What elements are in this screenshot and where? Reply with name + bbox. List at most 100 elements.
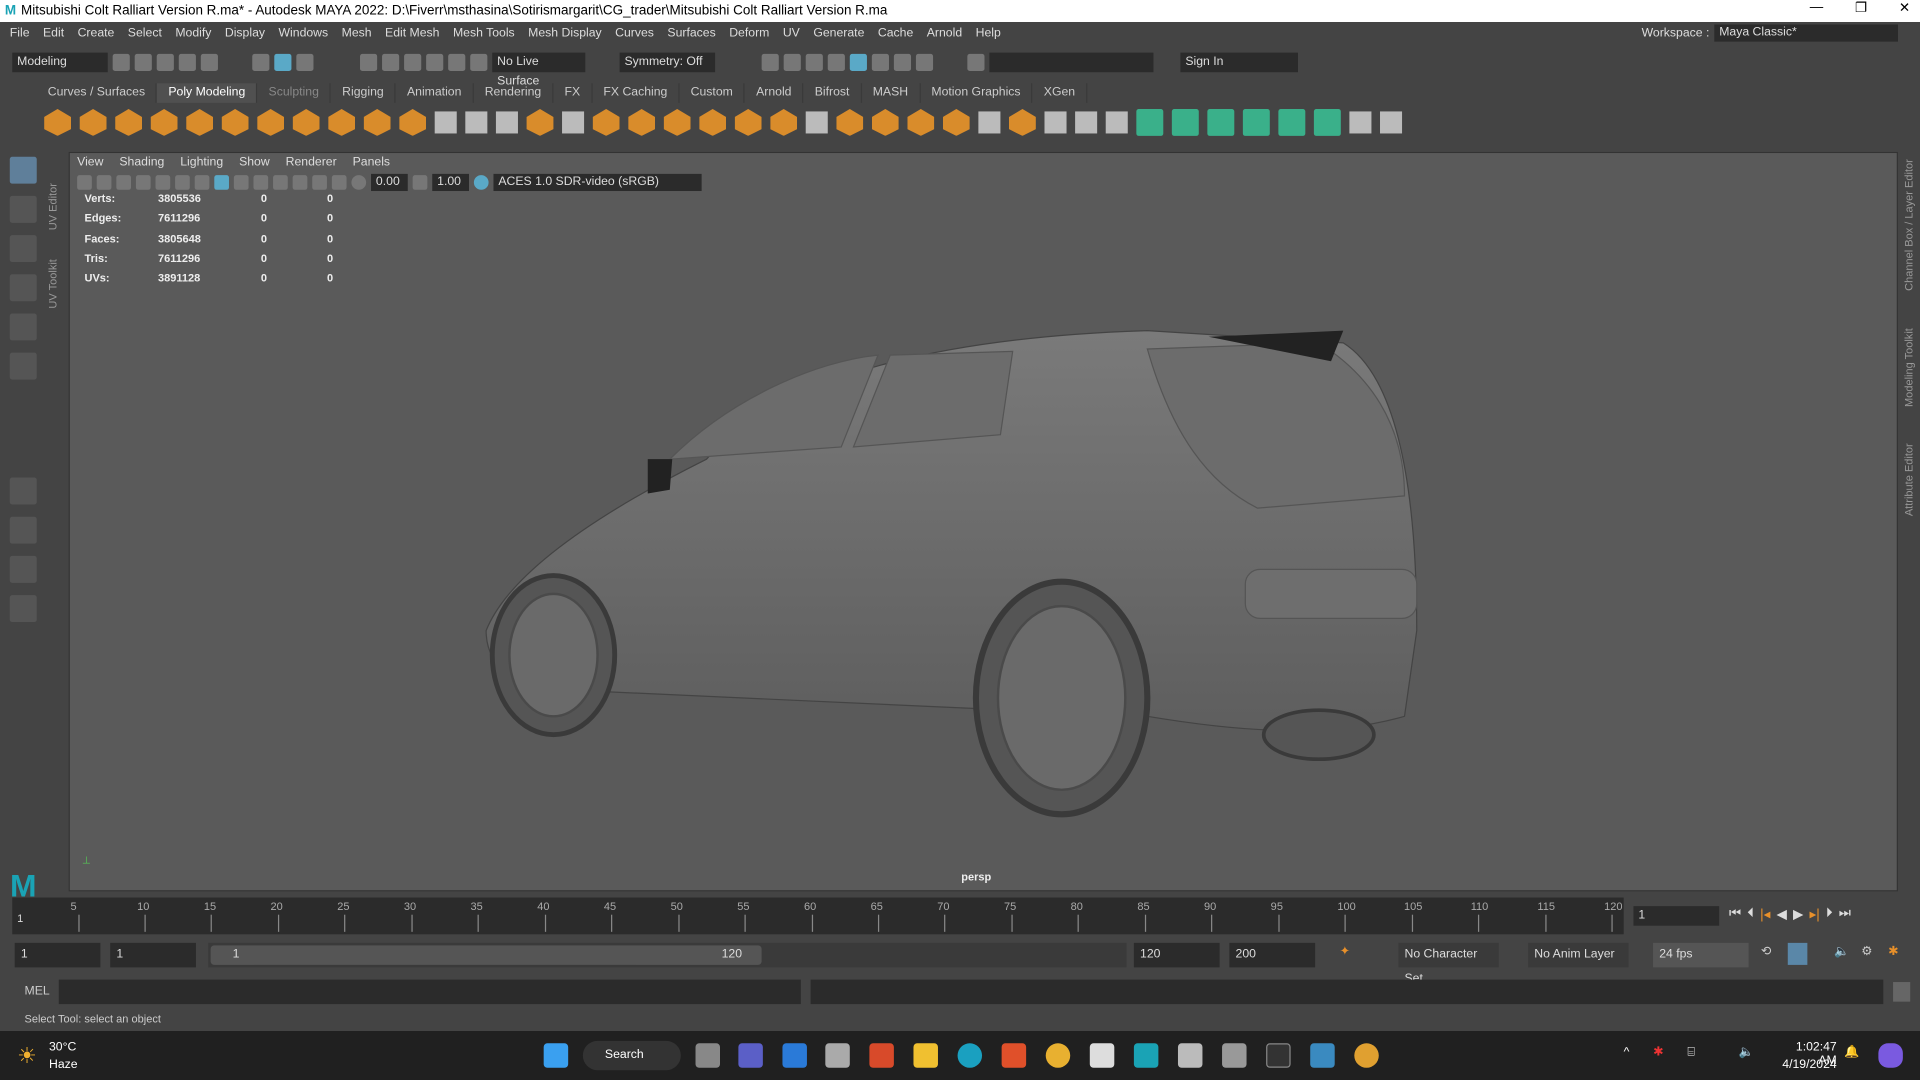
menu-help[interactable]: Help [976, 26, 1001, 39]
menu-modify[interactable]: Modify [175, 26, 211, 39]
fill-hole-icon[interactable] [699, 108, 727, 136]
four-view-icon[interactable] [9, 516, 37, 544]
paint-select-icon[interactable] [9, 235, 37, 263]
poly-plane-icon[interactable] [221, 108, 249, 136]
channel-box-tab[interactable]: Channel Box / Layer Editor [1903, 159, 1915, 291]
gamma-field[interactable]: 1.00 [432, 173, 469, 192]
snap-curve-icon[interactable] [382, 53, 400, 72]
maximize-button[interactable]: ❐ [1855, 0, 1867, 16]
menu-create[interactable]: Create [78, 26, 115, 39]
anim-prefs-icon[interactable]: ⚙ [1861, 945, 1872, 958]
teams-icon[interactable] [738, 1043, 763, 1068]
snap-grid-icon[interactable] [360, 53, 378, 72]
snap-view-icon[interactable] [426, 53, 444, 72]
cache-icon[interactable] [1787, 942, 1808, 965]
type-icon[interactable] [363, 108, 391, 136]
menu-generate[interactable]: Generate [813, 26, 864, 39]
start-time-field[interactable]: 1 [14, 942, 101, 968]
maya-taskbar-icon[interactable] [1133, 1043, 1159, 1068]
taskbar-search[interactable]: Search [582, 1040, 681, 1071]
vp-menu-lighting[interactable]: Lighting [180, 156, 223, 169]
triangulate-icon[interactable] [978, 111, 1001, 134]
viewport-persp[interactable]: View Shading Lighting Show Renderer Panels 0.… [68, 151, 1898, 892]
lasso-tool-icon[interactable] [9, 195, 37, 223]
render-settings-icon[interactable] [827, 53, 845, 72]
separate-icon[interactable] [465, 111, 488, 134]
command-input[interactable] [989, 52, 1154, 73]
ambient-occlusion-icon[interactable] [292, 175, 308, 190]
menu-select[interactable]: Select [128, 26, 162, 39]
sidebar-toggle-icon[interactable] [967, 53, 985, 72]
select-object-icon[interactable] [274, 53, 292, 72]
menu-edit-mesh[interactable]: Edit Mesh [385, 26, 439, 39]
bridge-icon[interactable] [592, 108, 620, 136]
shadows-icon[interactable] [273, 175, 288, 190]
maya-2-icon[interactable] [1310, 1043, 1335, 1068]
super-shape-icon[interactable] [328, 108, 356, 136]
step-back-icon[interactable]: ⏴ [1747, 906, 1754, 922]
grid-icon[interactable] [135, 175, 151, 190]
copilot-icon[interactable] [1878, 1043, 1903, 1068]
menu-file[interactable]: File [10, 26, 30, 39]
menu-arnold[interactable]: Arnold [927, 26, 962, 39]
weather-icon[interactable]: ☀ [17, 1043, 37, 1069]
camera-icon[interactable] [77, 175, 92, 190]
camera-lock-icon[interactable] [96, 175, 112, 190]
vp-menu-show[interactable]: Show [239, 156, 270, 169]
anim-layer-dropdown[interactable]: No Anim Layer [1528, 942, 1629, 968]
store-icon[interactable] [825, 1043, 850, 1068]
uv-toolkit-tab[interactable]: UV Toolkit [47, 235, 59, 308]
poly-disc-icon[interactable] [257, 108, 285, 136]
select-tool-icon[interactable] [9, 156, 37, 184]
tab-sculpting[interactable]: Sculpting [258, 83, 332, 103]
cut-uv-icon[interactable] [1349, 111, 1372, 134]
target-weld-icon[interactable] [1105, 111, 1128, 134]
range-track[interactable]: 1 120 [208, 942, 1127, 968]
tab-motion-graphics[interactable]: Motion Graphics [920, 83, 1033, 103]
isolate-select-icon[interactable] [312, 175, 327, 190]
circularize-icon[interactable] [871, 108, 899, 136]
poly-cone-icon[interactable] [150, 108, 178, 136]
film-gate-icon[interactable] [155, 175, 171, 190]
tab-poly-modeling[interactable]: Poly Modeling [157, 83, 258, 103]
arnold-render-icon[interactable] [893, 53, 912, 72]
snap-live-icon[interactable] [470, 53, 488, 72]
menu-deform[interactable]: Deform [729, 26, 769, 39]
auto-key-icon[interactable]: ✦ [1340, 945, 1350, 958]
tab-curves-surfaces[interactable]: Curves / Surfaces [37, 83, 158, 103]
edge-icon[interactable] [957, 1043, 983, 1068]
poly-torus-icon[interactable] [186, 108, 214, 136]
pause-icon[interactable] [915, 53, 934, 72]
menu-display[interactable]: Display [225, 26, 265, 39]
sign-in-button[interactable]: Sign In [1180, 52, 1298, 73]
new-scene-icon[interactable] [112, 53, 130, 72]
render-sequence-icon[interactable] [783, 53, 801, 72]
notification-icon[interactable]: 🔔 [1844, 1046, 1859, 1059]
close-button[interactable]: ✕ [1899, 0, 1910, 16]
uv-editor-tab[interactable]: UV Editor [47, 157, 59, 230]
tab-animation[interactable]: Animation [396, 83, 474, 103]
poly-cube-icon[interactable] [79, 108, 107, 136]
menu-surfaces[interactable]: Surfaces [667, 26, 715, 39]
multicut-icon[interactable] [1044, 111, 1067, 134]
poly-sphere-icon[interactable] [44, 108, 72, 136]
exposure-field[interactable]: 0.00 [371, 173, 408, 192]
undo-icon[interactable] [178, 53, 196, 72]
play-forward-icon[interactable]: ▶ [1793, 906, 1803, 922]
menu-edit[interactable]: Edit [43, 26, 64, 39]
file-explorer-icon[interactable] [913, 1043, 938, 1068]
zbrush-icon[interactable] [1089, 1043, 1115, 1068]
car-model[interactable] [462, 324, 1429, 838]
combine-icon[interactable] [434, 111, 457, 134]
snap-point-icon[interactable] [404, 53, 422, 72]
uv-unfold-icon[interactable] [1278, 108, 1306, 136]
tray-app-icon[interactable]: ✱ [1653, 1046, 1663, 1059]
wireframe-icon[interactable] [194, 175, 210, 190]
mode-dropdown[interactable]: Modeling [12, 52, 108, 73]
mail-icon[interactable] [782, 1043, 807, 1068]
volume-icon[interactable]: 🔈 [1739, 1046, 1754, 1059]
tray-chevron-icon[interactable]: ^ [1624, 1046, 1630, 1059]
menu-windows[interactable]: Windows [278, 26, 328, 39]
weather-desc[interactable]: Haze [49, 1058, 78, 1071]
bevel-icon[interactable] [628, 108, 656, 136]
